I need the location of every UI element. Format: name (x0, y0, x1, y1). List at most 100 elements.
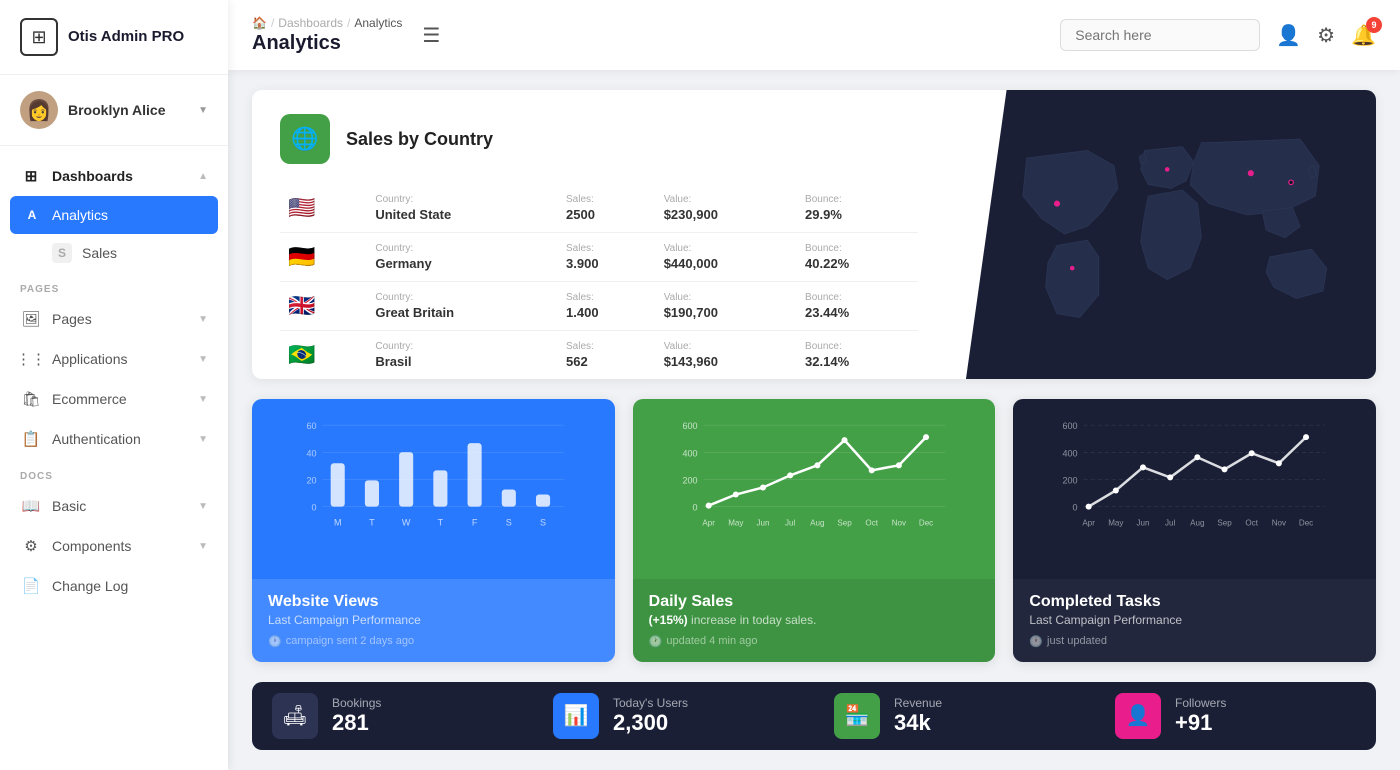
sidebar-item-ecommerce[interactable]: 🛍 Ecommerce ▼ (0, 379, 228, 419)
clock-icon: 🕐 (649, 635, 663, 648)
svg-text:Dec: Dec (919, 518, 933, 527)
stat-value: 34k (894, 710, 942, 736)
docs-section-label: DOCS (0, 459, 228, 486)
daily-sales-title: Daily Sales (649, 593, 980, 611)
daily-sales-time: 🕐 updated 4 min ago (649, 635, 980, 648)
map-marker (1165, 167, 1170, 172)
svg-text:May: May (728, 518, 743, 527)
hamburger-icon[interactable]: ☰ (422, 23, 440, 48)
stat-value: 2,300 (613, 710, 688, 736)
world-map-svg (981, 124, 1361, 344)
components-chevron-icon: ▼ (198, 541, 208, 552)
bar-chart-svg: 60 40 20 0 M T (268, 415, 599, 571)
svg-text:Sep: Sep (1218, 518, 1233, 527)
svg-text:600: 600 (1063, 421, 1078, 431)
sidebar-item-label: Components (52, 538, 198, 554)
sidebar-item-authentication[interactable]: 📋 Authentication ▼ (0, 419, 228, 459)
search-box[interactable] (1060, 19, 1260, 51)
stat-item: 👤 Followers +91 (1095, 682, 1376, 750)
line-chart-dark-svg: 600 400 200 0 (1029, 415, 1360, 571)
authentication-icon: 📋 (20, 428, 42, 450)
completed-tasks-chart: 600 400 200 0 (1013, 399, 1376, 579)
avatar: 👩 (20, 91, 58, 129)
analytics-icon: A (22, 205, 42, 225)
svg-text:T: T (369, 517, 375, 527)
daily-sales-chart: 600 400 200 0 (633, 399, 996, 579)
sales-globe-icon: 🌐 (280, 114, 330, 164)
stat-label: Followers (1175, 696, 1226, 710)
svg-text:May: May (1109, 518, 1124, 527)
map-marker-outline (1289, 180, 1294, 185)
user-profile-icon[interactable]: 👤 (1276, 23, 1301, 48)
sidebar: ⊞ Otis Admin PRO 👩 Brooklyn Alice ▼ ⊞ Da… (0, 0, 228, 770)
sidebar-item-label: Basic (52, 498, 198, 514)
search-input[interactable] (1075, 27, 1245, 43)
svg-text:Jun: Jun (1137, 518, 1150, 527)
country-flag: 🇺🇸 (280, 184, 367, 233)
sales-map-area (946, 90, 1376, 379)
clock-icon: 🕐 (268, 635, 282, 648)
sidebar-item-analytics[interactable]: A Analytics (10, 196, 218, 234)
logo-icon: ⊞ (20, 18, 58, 56)
breadcrumb-path: 🏠 / Dashboards / Analytics (252, 16, 402, 30)
website-views-chart: 60 40 20 0 M T (252, 399, 615, 579)
logo-text: Otis Admin PRO (68, 28, 184, 46)
sidebar-item-pages[interactable]: 🖼 Pages ▼ (0, 299, 228, 339)
user-name: Brooklyn Alice (68, 102, 166, 118)
svg-text:Jul: Jul (785, 518, 795, 527)
website-views-info: Website Views Last Campaign Performance … (252, 579, 615, 662)
country-flag: 🇬🇧 (280, 282, 367, 331)
svg-text:60: 60 (307, 421, 317, 431)
table-row: 🇺🇸 Country: United State Sales: 2500 Val… (280, 184, 918, 233)
notifications-icon[interactable]: 🔔 9 (1351, 23, 1376, 48)
sidebar-item-applications[interactable]: ⋮⋮ Applications ▼ (0, 339, 228, 379)
svg-text:600: 600 (682, 421, 697, 431)
website-views-time: 🕐 campaign sent 2 days ago (268, 635, 599, 648)
sidebar-item-label: Dashboards (52, 168, 198, 184)
svg-text:Aug: Aug (1191, 518, 1205, 527)
stat-item: 🏪 Revenue 34k (814, 682, 1095, 750)
stat-value: +91 (1175, 710, 1226, 736)
sidebar-item-dashboards[interactable]: ⊞ Dashboards ▲ (0, 156, 228, 196)
pages-icon: 🖼 (20, 308, 42, 330)
ecommerce-chevron-icon: ▼ (198, 394, 208, 405)
svg-text:0: 0 (312, 502, 317, 512)
completed-tasks-title: Completed Tasks (1029, 593, 1360, 611)
sidebar-nav: ⊞ Dashboards ▲ A Analytics S Sales PAGES… (0, 146, 228, 770)
map-marker (1070, 266, 1075, 271)
stat-item: 📊 Today's Users 2,300 (533, 682, 814, 750)
basic-chevron-icon: ▼ (198, 501, 208, 512)
pages-section-label: PAGES (0, 272, 228, 299)
sidebar-user[interactable]: 👩 Brooklyn Alice ▼ (0, 75, 228, 146)
website-views-subtitle: Last Campaign Performance (268, 613, 599, 627)
sales-by-country-card: 🌐 Sales by Country 🇺🇸 Country: United St… (252, 90, 1376, 379)
topbar-center: ☰ (422, 23, 440, 48)
website-views-card: 60 40 20 0 M T (252, 399, 615, 662)
settings-icon[interactable]: ⚙ (1317, 23, 1335, 48)
sidebar-item-basic[interactable]: 📖 Basic ▼ (0, 486, 228, 526)
sales-icon: S (52, 243, 72, 263)
breadcrumb-dashboards[interactable]: Dashboards (278, 16, 343, 30)
stats-bar: 🛋 Bookings 281 📊 Today's Users 2,300 🏪 R… (252, 682, 1376, 750)
svg-text:Dec: Dec (1299, 518, 1313, 527)
svg-text:Oct: Oct (865, 518, 878, 527)
sidebar-item-changelog[interactable]: 📄 Change Log (0, 566, 228, 606)
svg-text:M: M (334, 517, 342, 527)
sidebar-item-sales[interactable]: S Sales (0, 234, 228, 272)
country-table: 🇺🇸 Country: United State Sales: 2500 Val… (280, 184, 918, 379)
svg-text:S: S (540, 517, 546, 527)
sidebar-item-label: Authentication (52, 431, 198, 447)
svg-text:200: 200 (1063, 475, 1078, 485)
map-marker (1054, 201, 1060, 207)
daily-sales-highlight: (+15%) (649, 613, 688, 627)
stat-icon: 🛋 (272, 693, 318, 739)
sidebar-item-label: Ecommerce (52, 391, 198, 407)
daily-sales-suffix: increase in today sales. (691, 613, 816, 627)
svg-text:Sep: Sep (837, 518, 852, 527)
sales-header: 🌐 Sales by Country (280, 114, 918, 164)
svg-text:0: 0 (1073, 502, 1078, 512)
sidebar-item-components[interactable]: ⚙ Components ▼ (0, 526, 228, 566)
stat-label: Today's Users (613, 696, 688, 710)
sidebar-item-label: Pages (52, 311, 198, 327)
basic-icon: 📖 (20, 495, 42, 517)
